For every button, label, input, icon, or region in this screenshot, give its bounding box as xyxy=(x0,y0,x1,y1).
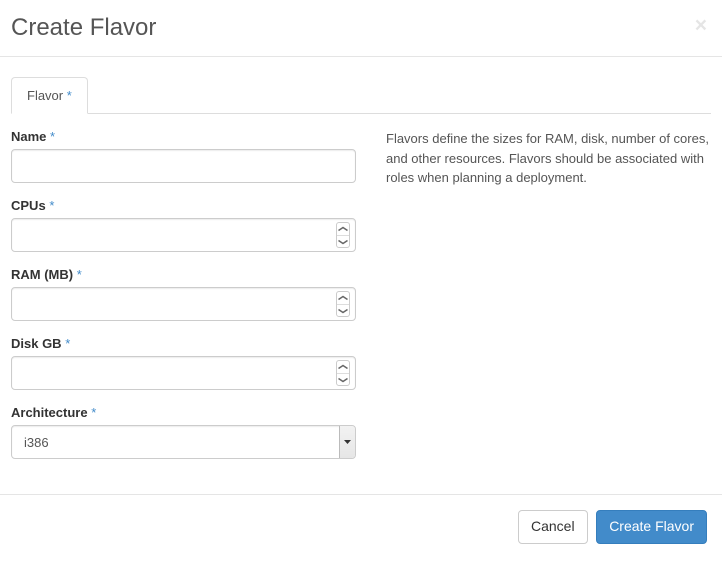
required-marker: * xyxy=(49,198,54,213)
form-group-architecture: Architecture * i386 xyxy=(11,405,356,459)
chevron-down-icon[interactable] xyxy=(339,426,355,458)
required-marker: * xyxy=(50,129,55,144)
disk-label: Disk GB * xyxy=(11,336,356,351)
tab-flavor[interactable]: Flavor * xyxy=(11,77,88,114)
cpus-input-wrapper xyxy=(11,218,356,252)
ram-input[interactable] xyxy=(11,287,356,321)
spinner-down-icon[interactable] xyxy=(337,374,349,386)
spinner-up-icon[interactable] xyxy=(337,292,349,305)
required-marker: * xyxy=(77,267,82,282)
create-flavor-button[interactable]: Create Flavor xyxy=(596,510,707,544)
form-group-name: Name * xyxy=(11,129,356,183)
cpus-label: CPUs * xyxy=(11,198,356,213)
ram-input-wrapper xyxy=(11,287,356,321)
spinner-down-icon[interactable] xyxy=(337,236,349,248)
ram-label: RAM (MB) * xyxy=(11,267,356,282)
name-input[interactable] xyxy=(11,149,356,183)
required-marker: * xyxy=(91,405,96,420)
cancel-button[interactable]: Cancel xyxy=(518,510,588,544)
architecture-label: Architecture * xyxy=(11,405,356,420)
modal-footer: Cancel Create Flavor xyxy=(0,494,722,559)
content-row: Name * CPUs * xyxy=(11,129,711,474)
architecture-select-wrapper: i386 xyxy=(11,425,356,459)
architecture-selected-value: i386 xyxy=(24,435,49,450)
cpus-spinner xyxy=(336,222,350,248)
spinner-down-icon[interactable] xyxy=(337,305,349,317)
cpus-input[interactable] xyxy=(11,218,356,252)
modal-title: Create Flavor xyxy=(11,15,707,41)
architecture-select[interactable]: i386 xyxy=(11,425,356,459)
close-icon[interactable]: × xyxy=(695,15,707,36)
modal-header: Create Flavor × xyxy=(0,0,722,57)
tab-bar: Flavor * xyxy=(11,77,711,114)
spinner-up-icon[interactable] xyxy=(337,361,349,374)
disk-spinner xyxy=(336,360,350,386)
spinner-up-icon[interactable] xyxy=(337,223,349,236)
ram-spinner xyxy=(336,291,350,317)
disk-input[interactable] xyxy=(11,356,356,390)
form-column: Name * CPUs * xyxy=(11,129,356,474)
tab-flavor-label: Flavor xyxy=(27,88,63,103)
form-group-disk: Disk GB * xyxy=(11,336,356,390)
form-group-cpus: CPUs * xyxy=(11,198,356,252)
description-text: Flavors define the sizes for RAM, disk, … xyxy=(386,129,711,474)
required-marker: * xyxy=(67,88,72,103)
disk-input-wrapper xyxy=(11,356,356,390)
modal-body: Flavor * Name * CPUs * xyxy=(0,57,722,494)
name-label: Name * xyxy=(11,129,356,144)
required-marker: * xyxy=(65,336,70,351)
form-group-ram: RAM (MB) * xyxy=(11,267,356,321)
